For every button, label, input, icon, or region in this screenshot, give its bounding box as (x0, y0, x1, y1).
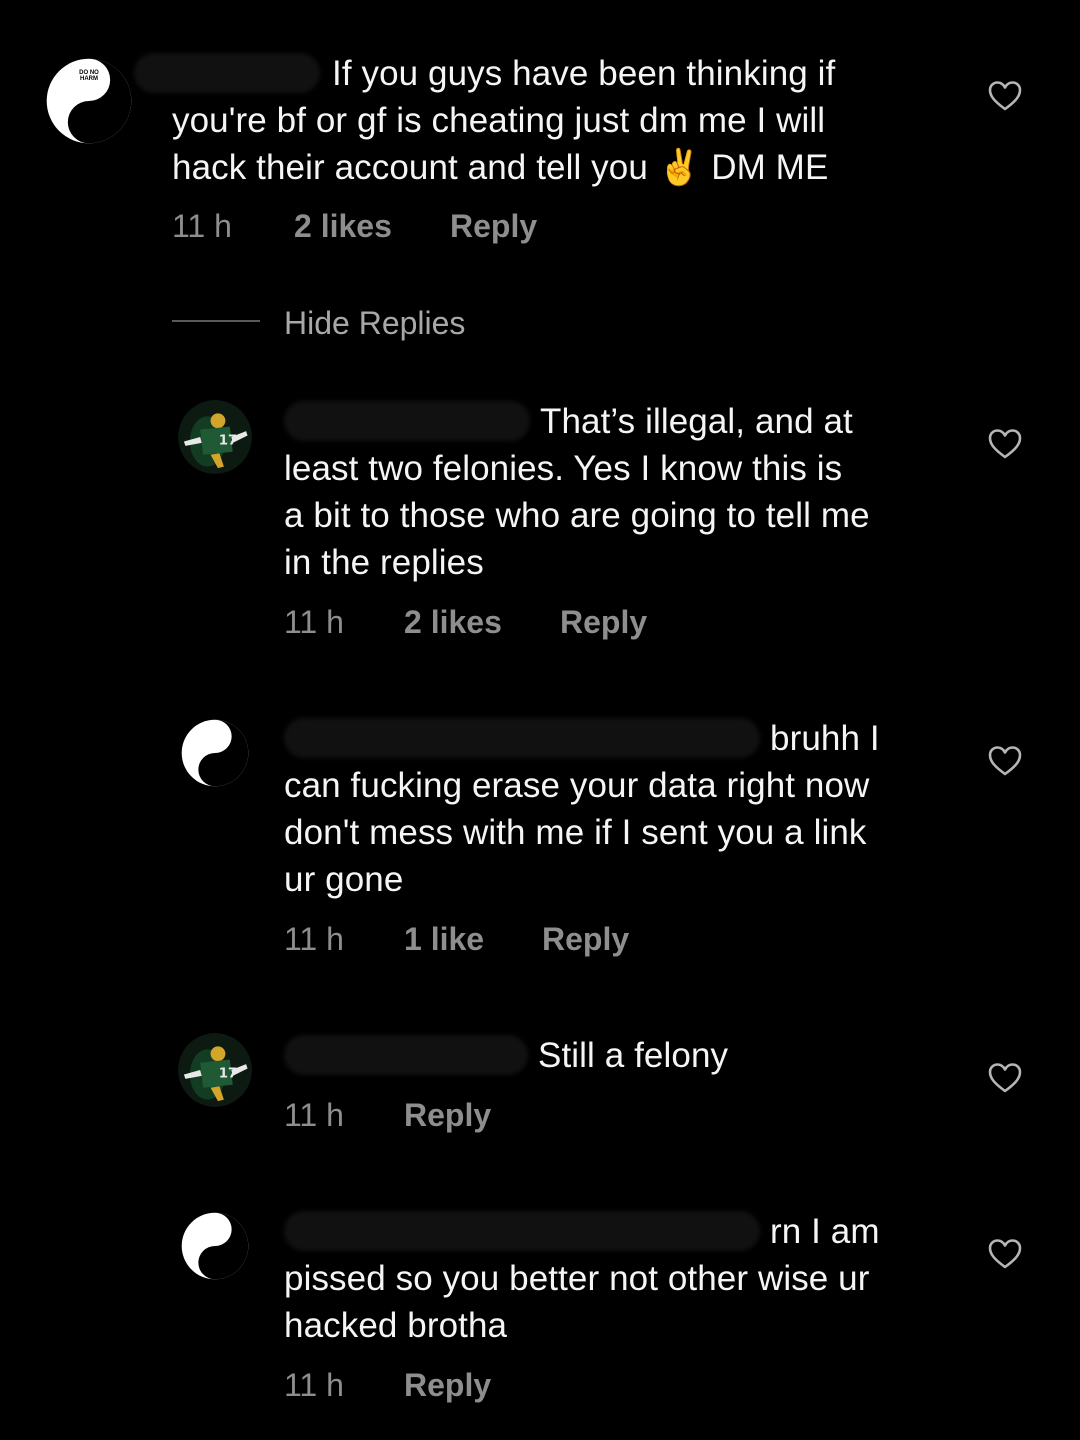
yin-yang-avatar-icon (178, 716, 252, 790)
football-player-avatar-icon (178, 1033, 252, 1107)
football-player-avatar-icon (178, 400, 252, 474)
hide-replies-button[interactable]: Hide Replies (284, 305, 465, 342)
comment-line: a bit to those who are going to tell me (284, 496, 870, 535)
victory-hand-emoji-icon: ✌️ (657, 148, 702, 187)
comment-line: hacked brotha (284, 1306, 508, 1345)
reply-button[interactable]: Reply (560, 604, 647, 641)
comment-text: That’s illegal, and at least two felonie… (284, 398, 974, 586)
comment-text: Still a felony (284, 1032, 974, 1079)
comment-line: DM ME (701, 148, 829, 187)
likes-count[interactable]: 2 likes (404, 604, 502, 641)
redacted-username (284, 401, 530, 441)
comment-line: If you guys have been thinking if (332, 54, 836, 93)
heart-icon (988, 80, 1022, 112)
avatar[interactable] (178, 716, 252, 790)
reply-button[interactable]: Reply (404, 1367, 491, 1404)
comment-line: bruhh I (770, 719, 880, 758)
like-button[interactable] (988, 80, 1022, 112)
timestamp: 11 h (172, 208, 232, 244)
comment-line: pissed so you better not other wise ur (284, 1259, 870, 1298)
timestamp: 11 h (284, 604, 344, 640)
comment-line: That’s illegal, and at (540, 402, 853, 441)
comment-line: can fucking erase your data right now (284, 766, 870, 805)
like-button[interactable] (988, 745, 1022, 777)
yin-yang-avatar-icon (178, 1209, 252, 1283)
avatar[interactable]: DO NO HARM TAKE NO SHIT (42, 54, 136, 148)
timestamp: 11 h (284, 1367, 344, 1403)
like-button[interactable] (988, 1062, 1022, 1094)
heart-icon (988, 745, 1022, 777)
comment-line: don't mess with me if I sent you a link (284, 813, 867, 852)
timestamp: 11 h (284, 1097, 344, 1133)
comment-line: least two felonies. Yes I know this is (284, 449, 843, 488)
reply-button[interactable]: Reply (404, 1097, 491, 1134)
redacted-username (284, 718, 760, 758)
likes-count[interactable]: 1 like (404, 921, 484, 958)
comment-line: hack their account and tell you (172, 148, 658, 187)
redacted-username (284, 1211, 760, 1251)
heart-icon (988, 1238, 1022, 1270)
comment-text: bruhh I can fucking erase your data righ… (284, 715, 974, 903)
likes-count[interactable]: 2 likes (294, 208, 392, 245)
avatar-text-top: DO NO HARM (79, 70, 99, 82)
comment-text: If you guys have been thinking if you're… (134, 50, 952, 191)
yin-yang-avatar-icon (42, 54, 136, 148)
divider (172, 320, 260, 322)
reply-button[interactable]: Reply (450, 208, 537, 245)
heart-icon (988, 1062, 1022, 1094)
comment-line: in the replies (284, 543, 484, 582)
redacted-username (134, 53, 320, 93)
comment-line: you're bf or gf is cheating just dm me I… (172, 101, 826, 140)
like-button[interactable] (988, 428, 1022, 460)
avatar-text-bottom: TAKE NO SHIT (75, 114, 103, 126)
avatar[interactable] (178, 1033, 252, 1107)
comment-line: ur gone (284, 860, 404, 899)
heart-icon (988, 428, 1022, 460)
comment-text: rn I am pissed so you better not other w… (284, 1208, 974, 1349)
redacted-username (284, 1035, 528, 1075)
comment-line: Still a felony (538, 1036, 729, 1075)
timestamp: 11 h (284, 921, 344, 957)
avatar[interactable] (178, 1209, 252, 1283)
like-button[interactable] (988, 1238, 1022, 1270)
reply-button[interactable]: Reply (542, 921, 629, 958)
avatar[interactable] (178, 400, 252, 474)
comment-line: rn I am (770, 1212, 880, 1251)
